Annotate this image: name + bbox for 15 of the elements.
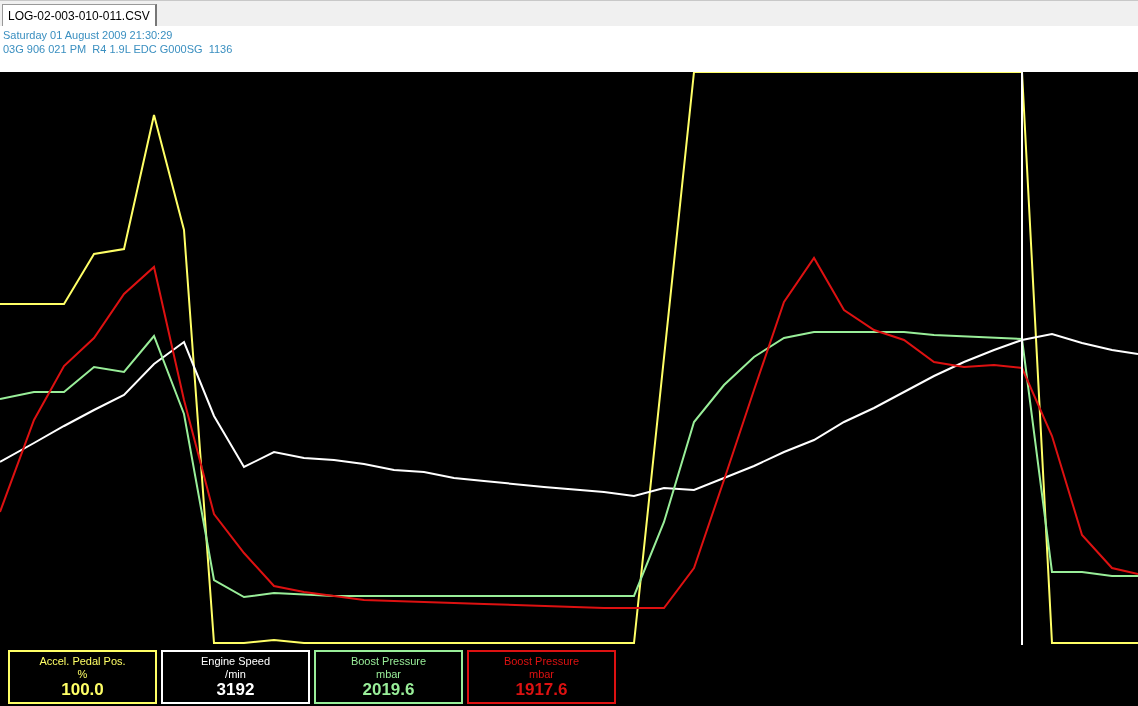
channel-unit: mbar [375,668,402,680]
log-date: Saturday 01 August 2009 21:30:29 [3,29,174,41]
channel-reading: 1917.6 [515,680,568,700]
channel-name: Engine Speed [200,655,271,667]
channel-name: Boost Pressure [503,655,580,667]
ecu-info: 03G 906 021 PM R4 1.9L EDC G000SG 1136 [3,43,234,55]
channel-name: Boost Pressure [350,655,427,667]
channel-unit: % [77,668,88,680]
channel-reading: 100.0 [61,680,104,700]
channel-name: Accel. Pedal Pos. [39,655,126,667]
channel-unit: mbar [528,668,555,680]
file-tab[interactable]: LOG-02-003-010-011.CSV [2,4,157,26]
channel-reading: 3192 [216,680,255,700]
channel-reading: 2019.6 [362,680,415,700]
channel-unit: /min [225,668,246,680]
